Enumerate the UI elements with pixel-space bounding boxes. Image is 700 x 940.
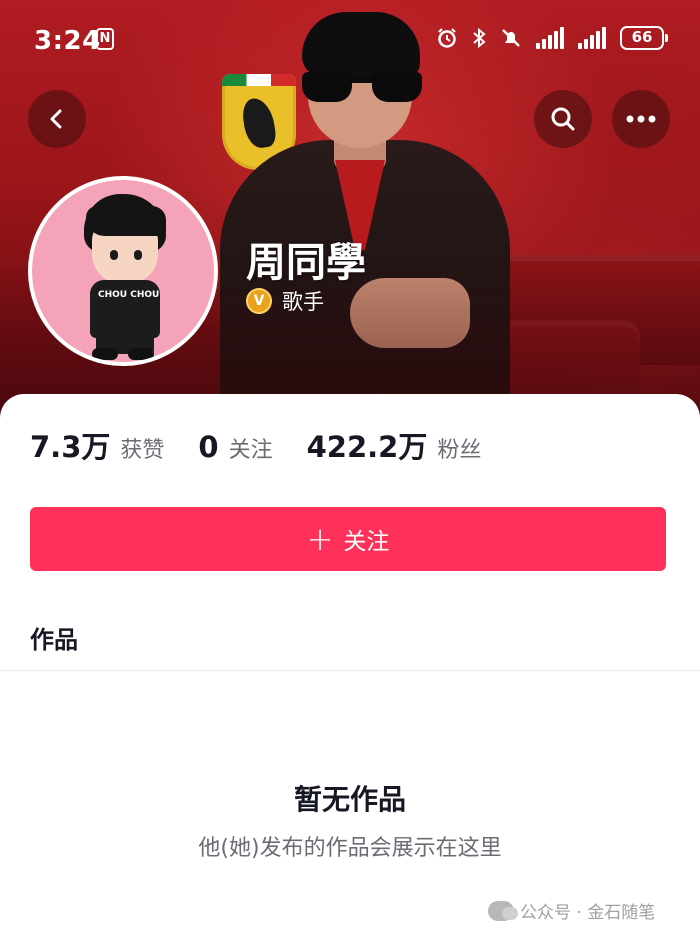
avatar-shirt-text: CHOU CHOU — [98, 290, 160, 300]
follow-button[interactable]: + 关注 — [30, 507, 666, 571]
watermark: 公众号 · 金石随笔 — [488, 898, 655, 923]
wechat-icon — [488, 900, 518, 921]
avatar[interactable]: CHOU CHOU — [28, 176, 218, 366]
chevron-left-icon — [50, 109, 62, 129]
follow-button-label: 关注 — [343, 529, 390, 555]
watermark-text: 公众号 · 金石随笔 — [520, 903, 656, 923]
stat-following[interactable]: 0 关注 — [198, 430, 272, 464]
stat-followers[interactable]: 422.2万 粉丝 — [307, 424, 482, 466]
nfc-icon: N — [96, 28, 114, 50]
back-button[interactable] — [28, 90, 86, 148]
more-button[interactable] — [612, 90, 670, 148]
empty-state-title: 暂无作品 — [293, 783, 406, 816]
stat-value: 0 — [198, 430, 219, 464]
stat-value: 7.3万 — [30, 430, 111, 464]
profile-stats: 7.3万 获赞 0 关注 422.2万 粉丝 — [30, 424, 481, 466]
verified-title: 歌手 — [282, 290, 324, 314]
empty-state-subtitle: 他(她)发布的作品会展示在这里 — [198, 836, 502, 861]
stat-label: 粉丝 — [437, 438, 482, 463]
system-icons: 66 — [436, 26, 668, 50]
status-time: 3:24 — [34, 26, 101, 56]
profile-name: 周同學 — [246, 240, 366, 286]
signal-icon — [578, 27, 606, 49]
verified-title-row: V 歌手 — [246, 286, 324, 316]
stat-label: 关注 — [228, 438, 273, 463]
profile-card: 7.3万 获赞 0 关注 422.2万 粉丝 + 关注 作品 暂无作品 他(她)… — [0, 394, 700, 940]
stat-label: 获赞 — [120, 438, 165, 463]
plus-icon: + — [306, 520, 334, 558]
bluetooth-icon — [473, 27, 486, 49]
alarm-icon — [438, 28, 456, 48]
stat-likes[interactable]: 7.3万 获赞 — [30, 424, 164, 466]
mute-bell-icon — [502, 29, 520, 47]
search-icon — [551, 107, 575, 131]
verified-badge-icon: V — [246, 288, 272, 314]
banner-seat — [440, 255, 700, 365]
stat-value: 422.2万 — [306, 430, 428, 464]
divider — [0, 670, 700, 671]
status-bar: 3:24 N 66 — [0, 0, 700, 80]
tab-works[interactable]: 作品 — [30, 620, 78, 655]
signal-icon — [536, 27, 564, 49]
battery-icon: 66 — [620, 26, 668, 50]
more-horizontal-icon — [626, 115, 656, 123]
search-button[interactable] — [534, 90, 592, 148]
